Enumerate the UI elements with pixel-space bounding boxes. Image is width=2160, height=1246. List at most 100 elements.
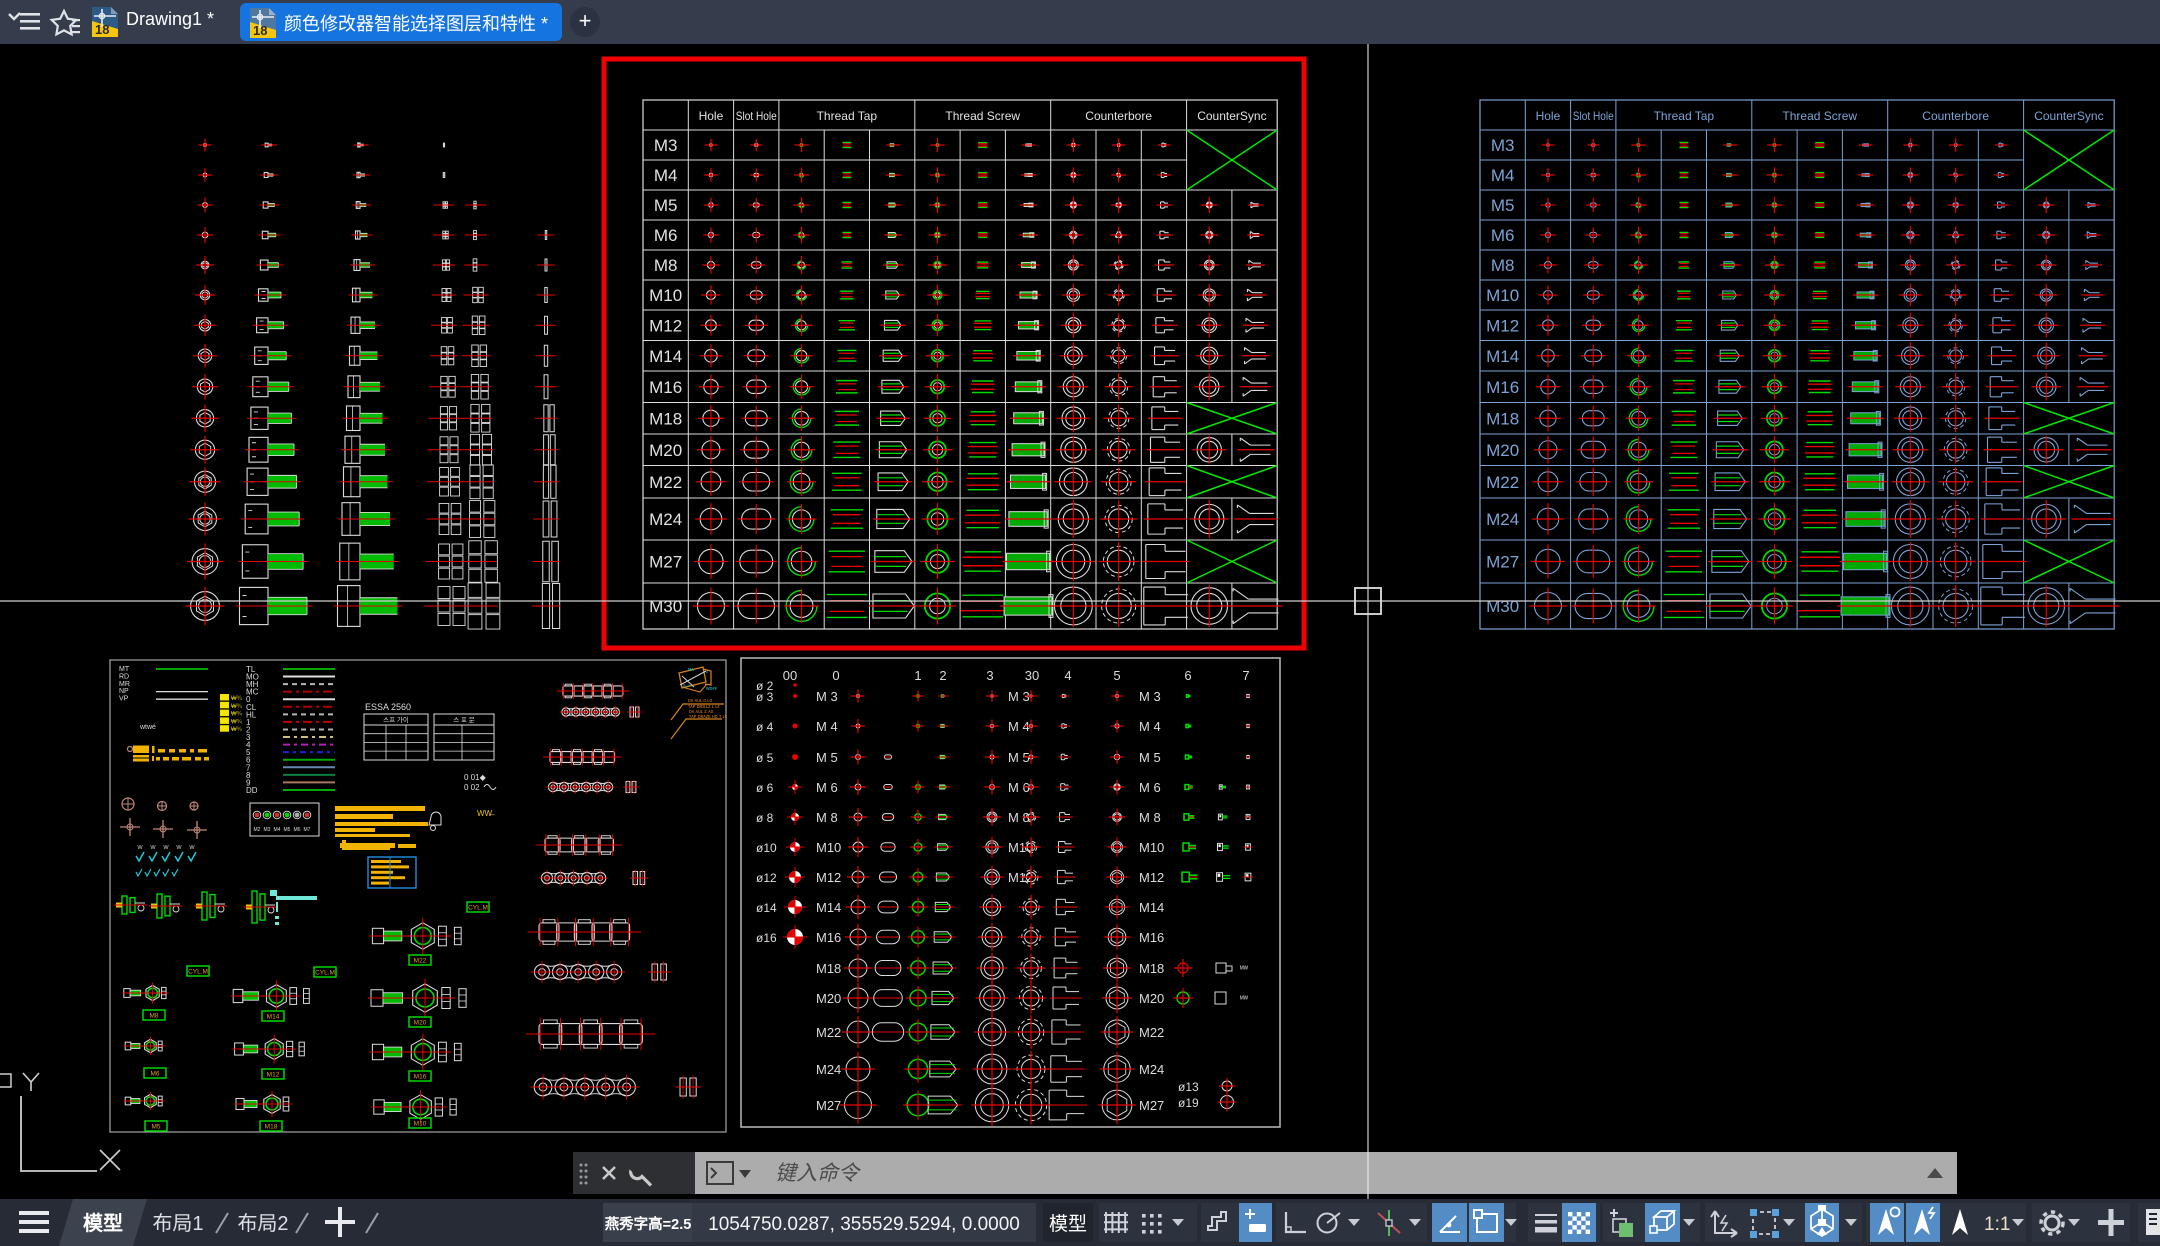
svg-text:0: 0 — [832, 668, 839, 683]
svg-text:M22: M22 — [649, 473, 682, 492]
svg-text:M6: M6 — [654, 226, 678, 245]
svg-text:ø14: ø14 — [756, 901, 777, 915]
svg-text:M12: M12 — [649, 316, 682, 335]
svg-text:M14: M14 — [1486, 347, 1519, 366]
svg-text:M22: M22 — [1486, 473, 1519, 492]
svg-text:1:1: 1:1 — [1984, 1214, 2010, 1235]
svg-text:M2: M2 — [254, 827, 261, 833]
svg-text:VP: VP — [119, 696, 129, 703]
svg-text:M18: M18 — [649, 409, 682, 428]
svg-text:M10: M10 — [1139, 840, 1164, 855]
svg-text:M5: M5 — [654, 196, 678, 215]
svg-text:M6: M6 — [294, 827, 301, 833]
svg-text:ᴍᴀ: ᴍᴀ — [688, 667, 694, 673]
svg-text:₩¾: ₩¾ — [231, 696, 243, 702]
svg-text:CounterSync: CounterSync — [1197, 109, 1266, 123]
svg-text:MT: MT — [119, 666, 130, 673]
svg-text:M3: M3 — [264, 827, 271, 833]
svg-text:M14: M14 — [267, 1014, 280, 1021]
svg-text:M 5: M 5 — [816, 750, 838, 765]
svg-text:ᴹᵂ: ᴹᵂ — [1240, 966, 1249, 973]
svg-text:ø 3: ø 3 — [756, 690, 774, 704]
svg-text:ᵦ␣ᵧ: ᵦ␣ᵧ — [683, 682, 690, 688]
svg-text:M16: M16 — [816, 930, 841, 945]
svg-text:ø 6: ø 6 — [756, 781, 774, 795]
svg-text:M20: M20 — [414, 1020, 427, 1027]
svg-text:18: 18 — [95, 22, 109, 37]
svg-text:M 6: M 6 — [1139, 780, 1161, 795]
svg-text:M6: M6 — [1491, 226, 1515, 245]
svg-text:CYL.M: CYL.M — [188, 969, 208, 976]
svg-text:M5: M5 — [1491, 196, 1515, 215]
svg-text:Counterbore: Counterbore — [1922, 109, 1989, 123]
svg-text:ᴹᵂ: ᴹᵂ — [1240, 996, 1249, 1003]
svg-text:wtwé: wtwé — [139, 724, 156, 731]
svg-text:M 4: M 4 — [1139, 719, 1161, 734]
svg-text:00: 00 — [783, 668, 797, 683]
svg-text:M8: M8 — [149, 1013, 158, 1020]
svg-text:CYL.M: CYL.M — [468, 905, 488, 912]
svg-text:ø 5: ø 5 — [756, 751, 774, 765]
svg-text:M20: M20 — [1139, 991, 1164, 1006]
svg-text:MR: MR — [119, 681, 130, 688]
svg-text:7: 7 — [1242, 668, 1249, 683]
svg-text:M20: M20 — [649, 441, 682, 460]
svg-text:M5: M5 — [284, 827, 291, 833]
svg-text:Thread Screw: Thread Screw — [1782, 109, 1857, 123]
svg-text:M16: M16 — [1486, 378, 1519, 397]
svg-text:W: W — [163, 845, 169, 851]
svg-text:M3: M3 — [654, 136, 678, 155]
svg-text:M 6: M 6 — [816, 780, 838, 795]
svg-text:M27: M27 — [816, 1098, 841, 1113]
svg-text:模型: 模型 — [83, 1211, 123, 1235]
svg-text:M 3: M 3 — [1139, 689, 1161, 704]
svg-text:M18: M18 — [1486, 409, 1519, 428]
svg-text:3: 3 — [986, 668, 993, 683]
svg-text:M10: M10 — [649, 286, 682, 305]
svg-text:Thread Tap: Thread Tap — [1654, 109, 1715, 123]
svg-text:ᵝ: ᵝ — [706, 670, 708, 676]
svg-text:M18: M18 — [1139, 961, 1164, 976]
svg-text:Thread Screw: Thread Screw — [945, 109, 1020, 123]
svg-text:M 8: M 8 — [816, 810, 838, 825]
svg-text:键入命令: 键入命令 — [775, 1162, 862, 1185]
svg-text:M8: M8 — [654, 256, 678, 275]
svg-text:ø12: ø12 — [756, 871, 777, 885]
svg-text:Counterbore: Counterbore — [1085, 109, 1152, 123]
svg-text:M12: M12 — [1486, 316, 1519, 335]
svg-text:燕秀字高=2.5: 燕秀字高=2.5 — [605, 1215, 692, 1233]
svg-text:W: W — [176, 845, 182, 851]
svg-text:₩¾: ₩¾ — [231, 727, 243, 733]
svg-text:RD: RD — [119, 673, 129, 680]
svg-text:M5: M5 — [151, 1124, 160, 1131]
svg-text:M18: M18 — [816, 961, 841, 976]
svg-text:M16: M16 — [649, 378, 682, 397]
svg-text:18: 18 — [253, 23, 267, 38]
svg-text:Hole: Hole — [699, 109, 724, 123]
svg-text:M22: M22 — [816, 1025, 841, 1040]
svg-text:₩¾: ₩¾ — [231, 719, 243, 725]
svg-text:W: W — [150, 845, 156, 851]
svg-text:ø 4: ø 4 — [756, 720, 774, 734]
svg-text:스 포 문: 스 포 문 — [453, 716, 475, 724]
svg-text:M22: M22 — [414, 958, 427, 965]
svg-text:M10: M10 — [816, 840, 841, 855]
svg-text:스프 가이: 스프 가이 — [383, 715, 409, 724]
svg-text:M22: M22 — [1139, 1025, 1164, 1040]
svg-text:M27: M27 — [1486, 553, 1519, 572]
svg-text:M16: M16 — [1139, 930, 1164, 945]
svg-text:Hole: Hole — [1536, 109, 1561, 123]
svg-text:30: 30 — [1025, 668, 1039, 683]
svg-text:M3: M3 — [1491, 136, 1515, 155]
svg-text:M12: M12 — [267, 1072, 280, 1079]
svg-text:Slot Hole: Slot Hole — [1573, 109, 1614, 123]
svg-text:0 01◆: 0 01◆ — [464, 773, 487, 782]
svg-text:M 3: M 3 — [816, 689, 838, 704]
svg-text:1054750.0287, 355529.5294, 0.0: 1054750.0287, 355529.5294, 0.0000 — [708, 1214, 1020, 1235]
svg-text:M30: M30 — [649, 597, 682, 616]
svg-text:ø10: ø10 — [756, 841, 777, 855]
svg-text:M12: M12 — [1139, 870, 1164, 885]
svg-text:M27: M27 — [1139, 1098, 1164, 1113]
svg-text:6: 6 — [1184, 668, 1191, 683]
svg-text:2: 2 — [939, 668, 946, 683]
